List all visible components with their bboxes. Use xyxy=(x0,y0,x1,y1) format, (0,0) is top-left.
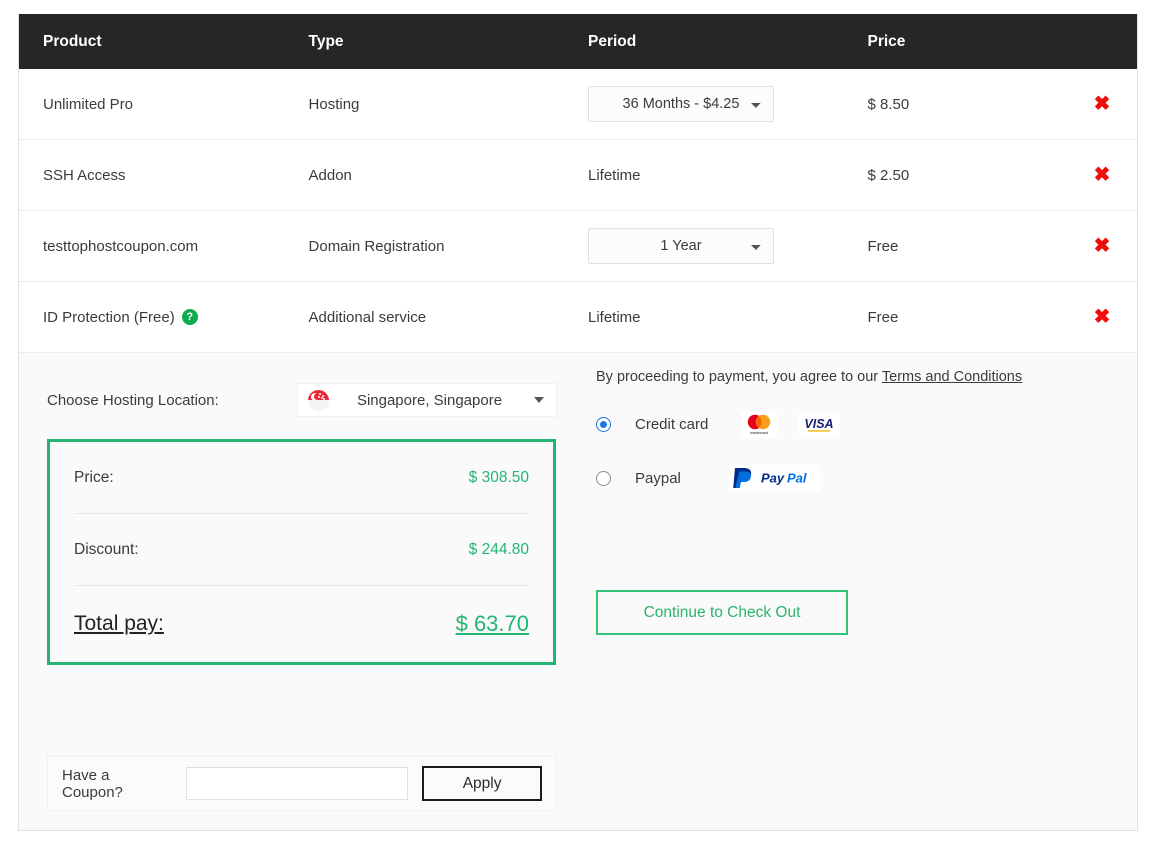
period-select[interactable]: 36 Months - $4.25 xyxy=(588,86,774,122)
mastercard-logo: mastercard xyxy=(741,410,777,438)
checkout-page: Product Type Period Price Unlimited Pro … xyxy=(0,0,1155,849)
totals-discount-row: Discount: $ 244.80 xyxy=(74,514,529,586)
svg-text:VISA: VISA xyxy=(804,417,833,431)
cell-period: 36 Months - $4.25 xyxy=(588,86,867,122)
period-select[interactable]: 1 Year xyxy=(588,228,774,264)
cell-price: Free xyxy=(867,308,899,326)
totals-price-row: Price: $ 308.50 xyxy=(74,442,529,514)
totals-discount-value: $ 244.80 xyxy=(468,540,529,558)
cell-type: Addon xyxy=(308,166,352,184)
svg-text:Pal: Pal xyxy=(787,471,807,486)
cell-product: ID Protection (Free) ? xyxy=(19,309,309,326)
cell-price: Free xyxy=(867,237,899,255)
remove-x-icon[interactable]: ✖ xyxy=(1094,94,1111,114)
terms-and-conditions-link[interactable]: Terms and Conditions xyxy=(882,369,1022,385)
period-text: Lifetime xyxy=(588,308,641,326)
payment-option-credit-card[interactable]: Credit card mastercard VISA xyxy=(596,409,1096,439)
cell-period: Lifetime xyxy=(588,167,867,184)
product-name: SSH Access xyxy=(43,166,126,184)
remove-x-icon[interactable]: ✖ xyxy=(1094,165,1111,185)
product-name: testtophostcoupon.com xyxy=(43,237,199,255)
cart-table-header: Product Type Period Price xyxy=(19,14,1137,69)
hosting-location-select[interactable]: Singapore, Singapore xyxy=(297,383,557,417)
continue-to-checkout-button[interactable]: Continue to Check Out xyxy=(596,590,848,635)
column-header-product: Product xyxy=(43,32,102,50)
visa-logo: VISA xyxy=(798,412,840,436)
table-row: testtophostcoupon.com Domain Registratio… xyxy=(19,211,1137,282)
coupon-input[interactable] xyxy=(186,767,409,800)
cell-type: Domain Registration xyxy=(308,237,445,255)
totals-total-value: $ 63.70 xyxy=(455,611,529,636)
cell-period: Lifetime xyxy=(588,309,867,326)
summary-left: Choose Hosting Location: Singapore, Sing… xyxy=(47,383,582,665)
product-name: ID Protection (Free) xyxy=(43,308,175,326)
paypal-logo: Pay Pal xyxy=(730,465,820,491)
totals-price-label: Price: xyxy=(74,468,114,486)
chevron-down-icon xyxy=(534,397,544,403)
payment-option-paypal[interactable]: Paypal Pay Pal xyxy=(596,463,1096,493)
table-row: SSH Access Addon Lifetime $ 2.50 ✖ xyxy=(19,140,1137,211)
radio-paypal[interactable] xyxy=(596,470,611,486)
totals-total-row: Total pay: $ 63.70 xyxy=(74,586,529,662)
table-row: ID Protection (Free) ? Additional servic… xyxy=(19,282,1137,353)
remove-x-icon[interactable]: ✖ xyxy=(1094,236,1111,256)
totals-discount-label: Discount: xyxy=(74,540,139,558)
cell-type: Additional service xyxy=(308,308,427,326)
product-name: Unlimited Pro xyxy=(43,95,134,113)
column-header-period: Period xyxy=(588,32,637,50)
hosting-location-label: Choose Hosting Location: xyxy=(47,391,219,409)
cell-type: Hosting xyxy=(308,95,360,113)
column-header-type: Type xyxy=(308,32,344,50)
totals-total-label: Total pay: xyxy=(74,612,164,635)
coupon-label: Have a Coupon? xyxy=(62,766,123,801)
coupon-bar: Have a Coupon? Apply xyxy=(47,756,557,811)
cell-product: testtophostcoupon.com xyxy=(19,238,309,255)
cell-product: Unlimited Pro xyxy=(19,96,309,113)
payment-option-label: Paypal xyxy=(635,469,681,487)
period-text: Lifetime xyxy=(588,166,641,184)
cell-price: $ 2.50 xyxy=(867,166,910,184)
hosting-location-row: Choose Hosting Location: Singapore, Sing… xyxy=(47,383,582,417)
column-header-price: Price xyxy=(867,32,906,50)
payment-option-label: Credit card xyxy=(635,415,709,433)
radio-credit-card[interactable] xyxy=(596,416,611,432)
totals-box: Price: $ 308.50 Discount: $ 244.80 Total… xyxy=(47,439,556,665)
remove-x-icon[interactable]: ✖ xyxy=(1094,307,1111,327)
hosting-location-value: Singapore, Singapore xyxy=(356,391,503,409)
svg-text:Pay: Pay xyxy=(761,471,785,486)
singapore-flag-icon xyxy=(308,389,329,411)
cart-container: Product Type Period Price Unlimited Pro … xyxy=(18,14,1138,831)
cell-product: SSH Access xyxy=(19,167,309,184)
terms-notice: By proceeding to payment, you agree to o… xyxy=(596,369,1096,385)
svg-text:mastercard: mastercard xyxy=(750,431,768,435)
terms-prefix-text: By proceeding to payment, you agree to o… xyxy=(596,369,882,385)
apply-coupon-button[interactable]: Apply xyxy=(422,766,543,801)
summary-right: By proceeding to payment, you agree to o… xyxy=(596,369,1096,635)
table-row: Unlimited Pro Hosting 36 Months - $4.25 … xyxy=(19,69,1137,140)
help-question-icon[interactable]: ? xyxy=(181,309,198,325)
summary-panel: Choose Hosting Location: Singapore, Sing… xyxy=(19,353,1137,828)
cell-price: $ 8.50 xyxy=(867,95,910,113)
totals-price-value: $ 308.50 xyxy=(468,468,529,486)
cell-period: 1 Year xyxy=(588,228,867,264)
